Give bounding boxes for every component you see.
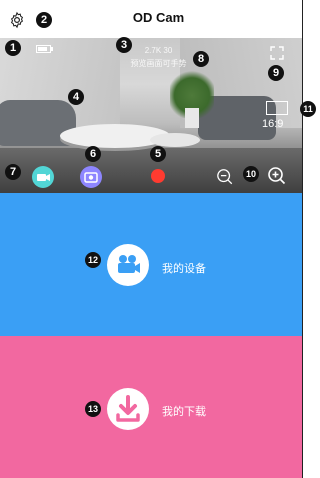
- fullscreen-icon[interactable]: [269, 45, 285, 61]
- my-downloads-panel[interactable]: 我的下载: [0, 336, 302, 478]
- video-mode-button[interactable]: [32, 166, 54, 188]
- aspect-ratio-icon[interactable]: [266, 101, 288, 115]
- zoom-in-icon[interactable]: [267, 166, 287, 186]
- download-icon: [107, 388, 149, 430]
- annotation-badge-6: 6: [85, 146, 101, 162]
- photo-mode-button[interactable]: [80, 166, 102, 188]
- annotation-badge-7: 7: [5, 164, 21, 180]
- video-camera-icon: [37, 174, 50, 181]
- camera-icon: [84, 172, 98, 183]
- my-downloads-label: 我的下载: [162, 406, 206, 418]
- record-button[interactable]: [151, 169, 165, 183]
- my-devices-label: 我的设备: [162, 263, 206, 275]
- annotation-badge-2: 2: [36, 12, 52, 28]
- aspect-ratio-label[interactable]: 16:9: [262, 118, 283, 130]
- annotation-badge-9: 9: [268, 65, 284, 81]
- annotation-badge-1: 1: [5, 40, 21, 56]
- annotation-badge-11: 11: [300, 101, 316, 117]
- my-devices-panel[interactable]: 我的设备: [0, 193, 302, 336]
- annotation-badge-13: 13: [85, 401, 101, 417]
- annotation-badge-12: 12: [85, 252, 101, 268]
- annotation-badge-10: 10: [243, 166, 259, 182]
- movie-camera-icon: [107, 244, 149, 286]
- scene-pot: [185, 108, 199, 128]
- zoom-out-icon[interactable]: [216, 168, 234, 186]
- annotation-badge-4: 4: [68, 89, 84, 105]
- annotation-badge-3: 3: [116, 37, 132, 53]
- annotation-badge-5: 5: [150, 146, 166, 162]
- annotation-badge-8: 8: [193, 51, 209, 67]
- scene-side-table: [150, 133, 200, 147]
